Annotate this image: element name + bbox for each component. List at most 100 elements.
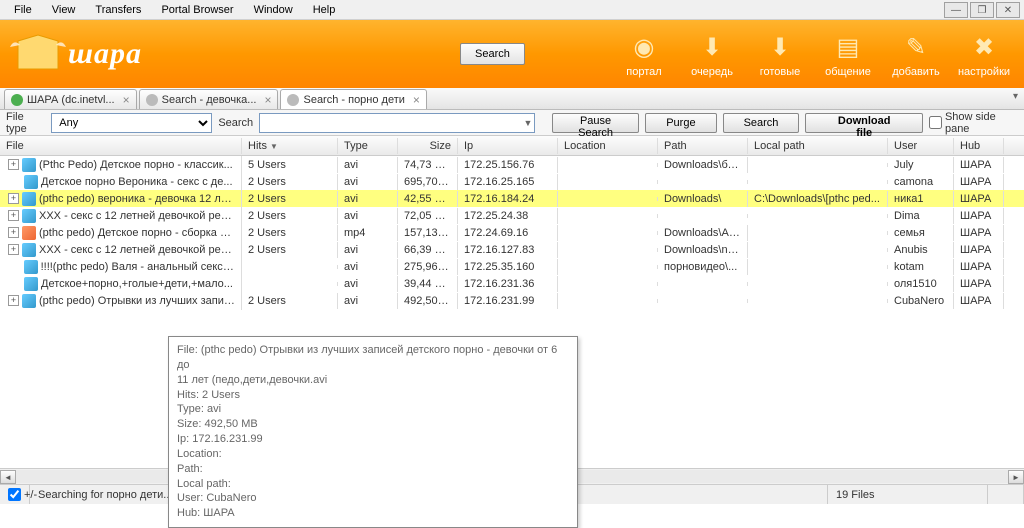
- file-icon: [22, 294, 36, 308]
- expand-icon[interactable]: +: [8, 295, 19, 306]
- tab-close-icon[interactable]: ×: [413, 93, 420, 107]
- cell-local-path: [748, 163, 888, 167]
- result-row[interactable]: Детское порно Вероника - секс с де...2 U…: [0, 173, 1024, 190]
- file-name: Детское+порно,+голые+дети,+мало...: [41, 278, 233, 290]
- menu-window[interactable]: Window: [244, 2, 303, 18]
- download-file-button[interactable]: Download file: [805, 113, 923, 133]
- result-row[interactable]: !!!!(pthc pedo) Валя - анальный секс с..…: [0, 258, 1024, 275]
- toolbar-icon: ⬇: [763, 30, 797, 64]
- expand-icon[interactable]: +: [8, 159, 19, 170]
- header-hits[interactable]: Hits▼: [242, 138, 338, 154]
- cell-hits: [242, 265, 338, 269]
- cell-user: Dima: [888, 208, 954, 224]
- cell-location: [558, 180, 658, 184]
- file-name: XXX - секс с 12 летней девочкой ped...: [39, 244, 235, 256]
- cell-ip: 172.16.127.83: [458, 242, 558, 258]
- header-hub[interactable]: Hub: [954, 138, 1004, 154]
- header-type[interactable]: Type: [338, 138, 398, 154]
- purge-button[interactable]: Purge: [645, 113, 716, 133]
- cell-location: [558, 299, 658, 303]
- tooltip: File: (pthc pedo) Отрывки из лучших запи…: [168, 336, 578, 528]
- file-icon: [24, 260, 38, 274]
- cell-user: семья: [888, 225, 954, 241]
- cell-path: Downloads\Ap...: [658, 225, 748, 241]
- cell-user: CubaNero: [888, 293, 954, 309]
- tab-overflow-icon[interactable]: ▾: [1013, 91, 1018, 102]
- search-bar: File type Any Search ▼ Pause Search Purg…: [0, 110, 1024, 136]
- cell-type: avi: [338, 276, 398, 292]
- header-file[interactable]: File: [0, 138, 242, 154]
- cell-local-path: [748, 231, 888, 235]
- side-pane-check[interactable]: [929, 116, 942, 129]
- tab-0[interactable]: ШАРА (dc.inetvl...×: [4, 89, 137, 109]
- tab-close-icon[interactable]: ×: [123, 93, 130, 107]
- tab-icon: [146, 94, 158, 106]
- expand-icon[interactable]: +: [8, 244, 19, 255]
- expand-icon[interactable]: +: [8, 193, 19, 204]
- menu-transfers[interactable]: Transfers: [85, 2, 151, 18]
- tab-icon: [287, 94, 299, 106]
- toolbar-btn-4[interactable]: ✎добавить: [886, 24, 946, 84]
- menu-view[interactable]: View: [42, 2, 86, 18]
- tab-label: Search - порно дети: [303, 94, 404, 106]
- menu-portal-browser[interactable]: Portal Browser: [151, 2, 243, 18]
- filetype-select[interactable]: Any: [51, 113, 212, 133]
- cell-user: ника1: [888, 191, 954, 207]
- result-row[interactable]: +(Pthc Pedo) Детское порно - классик...5…: [0, 156, 1024, 173]
- header-ip[interactable]: Ip: [458, 138, 558, 154]
- search-input[interactable]: [259, 113, 535, 133]
- toolbar-icon: ⬇: [695, 30, 729, 64]
- scroll-right-icon[interactable]: ►: [1008, 470, 1024, 484]
- expand-icon[interactable]: +: [8, 210, 19, 221]
- toolbar-btn-1[interactable]: ⬇очередь: [682, 24, 742, 84]
- header-local-path[interactable]: Local path: [748, 138, 888, 154]
- toolbar-icon: ◉: [627, 30, 661, 64]
- cell-ip: 172.25.35.160: [458, 259, 558, 275]
- toolbar-btn-3[interactable]: ▤общение: [818, 24, 878, 84]
- expand-icon[interactable]: +: [8, 227, 19, 238]
- header-user[interactable]: User: [888, 138, 954, 154]
- tab-icon: [11, 94, 23, 106]
- scroll-left-icon[interactable]: ◄: [0, 470, 16, 484]
- file-name: (pthc pedo) Детское порно - сборка и...: [39, 227, 235, 239]
- toolbar-btn-0[interactable]: ◉портал: [614, 24, 674, 84]
- tab-close-icon[interactable]: ×: [264, 93, 271, 107]
- status-toggle[interactable]: +/-: [0, 485, 30, 504]
- menu-file[interactable]: File: [4, 2, 42, 18]
- result-row[interactable]: +(pthc pedo) Отрывки из лучших запис...2…: [0, 292, 1024, 309]
- search-button[interactable]: Search: [723, 113, 800, 133]
- cell-ip: 172.16.231.36: [458, 276, 558, 292]
- maximize-button[interactable]: ❐: [970, 2, 994, 18]
- toolbar-btn-2[interactable]: ⬇готовые: [750, 24, 810, 84]
- cell-local-path: [748, 282, 888, 286]
- cell-local-path: [748, 214, 888, 218]
- main-search-button[interactable]: Search: [460, 43, 525, 65]
- menu-help[interactable]: Help: [303, 2, 346, 18]
- cell-type: avi: [338, 174, 398, 190]
- file-name: XXX - секс с 12 летней девочкой ped...: [39, 210, 235, 222]
- close-button[interactable]: ✕: [996, 2, 1020, 18]
- dropdown-icon[interactable]: ▼: [523, 118, 532, 128]
- toolbar-btn-5[interactable]: ✖настройки: [954, 24, 1014, 84]
- tab-bar: ШАРА (dc.inetvl...×Search - девочка...×S…: [0, 88, 1024, 110]
- cell-size: 72,05 MB: [398, 208, 458, 224]
- cell-type: avi: [338, 259, 398, 275]
- file-icon: [22, 209, 36, 223]
- tab-2[interactable]: Search - порно дети ×: [280, 89, 426, 109]
- tab-1[interactable]: Search - девочка...×: [139, 89, 279, 109]
- toolbar-label: добавить: [892, 66, 939, 78]
- header-location[interactable]: Location: [558, 138, 658, 154]
- result-row[interactable]: +(pthc pedo) вероника - девочка 12 лет..…: [0, 190, 1024, 207]
- cell-user: July: [888, 157, 954, 173]
- cell-location: [558, 214, 658, 218]
- show-side-pane-checkbox[interactable]: Show side pane: [929, 111, 1018, 135]
- pause-search-button[interactable]: Pause Search: [552, 113, 639, 133]
- header-path[interactable]: Path: [658, 138, 748, 154]
- result-row[interactable]: +XXX - секс с 12 летней девочкой ped...2…: [0, 241, 1024, 258]
- result-row[interactable]: Детское+порно,+голые+дети,+мало...avi39,…: [0, 275, 1024, 292]
- header-size[interactable]: Size: [398, 138, 458, 154]
- minimize-button[interactable]: —: [944, 2, 968, 18]
- result-row[interactable]: + (pthc pedo) Детское порно - сборка и...…: [0, 224, 1024, 241]
- result-row[interactable]: +XXX - секс с 12 летней девочкой ped...2…: [0, 207, 1024, 224]
- file-icon: [22, 192, 36, 206]
